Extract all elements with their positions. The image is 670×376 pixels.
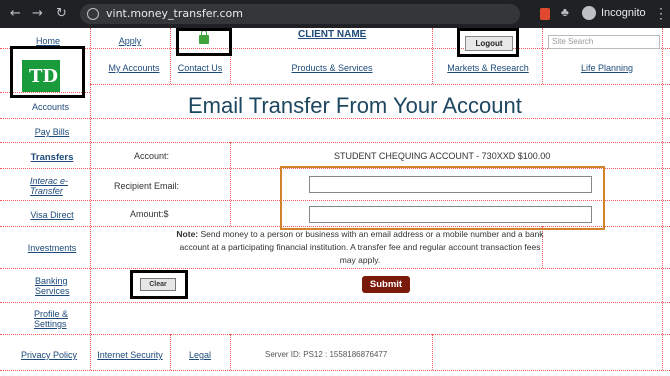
site-search-input[interactable]: Site Search [548, 35, 660, 49]
sidebar-item-banking-line1[interactable]: Banking [35, 276, 68, 286]
incognito-icon[interactable] [582, 6, 596, 20]
nav-life-planning[interactable]: Life Planning [581, 63, 633, 73]
sidebar-item-transfers[interactable]: Transfers [31, 152, 74, 163]
highlight-box-inputs [280, 166, 605, 230]
sidebar-item-accounts[interactable]: Accounts [32, 102, 69, 112]
highlight-box-logo [10, 46, 85, 98]
recipient-email-label: Recipient Email: [114, 181, 180, 191]
arrow-right-icon[interactable]: → [32, 6, 43, 21]
highlight-box-lock [176, 28, 232, 56]
submit-button[interactable]: Submit [362, 276, 410, 293]
server-id: Server ID: PS12 : 1558186876477 [265, 350, 388, 359]
note-label: Note: [176, 229, 199, 239]
page-title: Email Transfer From Your Account [188, 93, 522, 118]
client-name: CLIENT NAME [298, 29, 367, 40]
sidebar-item-pay-bills[interactable]: Pay Bills [35, 127, 70, 137]
highlight-box-clear [130, 270, 188, 299]
footer-privacy-policy[interactable]: Privacy Policy [21, 350, 77, 360]
menu-icon[interactable]: ⋮ [654, 5, 668, 22]
sidebar-item-profile-line1[interactable]: Profile & [34, 309, 68, 319]
home-link[interactable]: Home [36, 36, 60, 46]
url-text: vint.money_transfer.com [106, 7, 243, 20]
sidebar-item-banking-line2[interactable]: Services [35, 286, 70, 296]
sidebar-item-profile-line2[interactable]: Settings [34, 319, 67, 329]
apply-link[interactable]: Apply [119, 36, 142, 46]
address-bar[interactable]: vint.money_transfer.com [80, 4, 520, 24]
amount-label: Amount:$ [130, 209, 169, 219]
sidebar-item-visa-direct[interactable]: Visa Direct [30, 210, 73, 220]
transfer-note: Note: Send money to a person or business… [175, 228, 545, 267]
reload-icon[interactable]: ↻ [56, 6, 67, 21]
extension-icon[interactable] [540, 8, 550, 20]
site-info-icon[interactable] [87, 8, 99, 20]
browser-toolbar: ← → ↻ vint.money_transfer.com ♣ Incognit… [0, 0, 670, 28]
sidebar-item-investments[interactable]: Investments [28, 243, 77, 253]
footer-internet-security[interactable]: Internet Security [97, 350, 163, 360]
account-label: Account: [134, 151, 170, 161]
account-value: STUDENT CHEQUING ACCOUNT - 730XXD $100.0… [334, 151, 551, 161]
sidebar-item-interac-line2[interactable]: Transfer [30, 186, 63, 196]
nav-products-services[interactable]: Products & Services [291, 63, 372, 73]
arrow-left-icon[interactable]: ← [10, 6, 21, 21]
sidebar-item-interac-line1[interactable]: Interac e- [30, 176, 68, 186]
highlight-box-logout [457, 28, 519, 57]
note-text: Send money to a person or business with … [179, 229, 544, 265]
nav-markets-research[interactable]: Markets & Research [447, 63, 529, 73]
nav-my-accounts[interactable]: My Accounts [108, 63, 159, 73]
puzzle-icon[interactable]: ♣ [561, 5, 569, 19]
nav-contact-us[interactable]: Contact Us [178, 63, 223, 73]
incognito-label: Incognito [601, 7, 646, 19]
footer-legal[interactable]: Legal [189, 350, 211, 360]
